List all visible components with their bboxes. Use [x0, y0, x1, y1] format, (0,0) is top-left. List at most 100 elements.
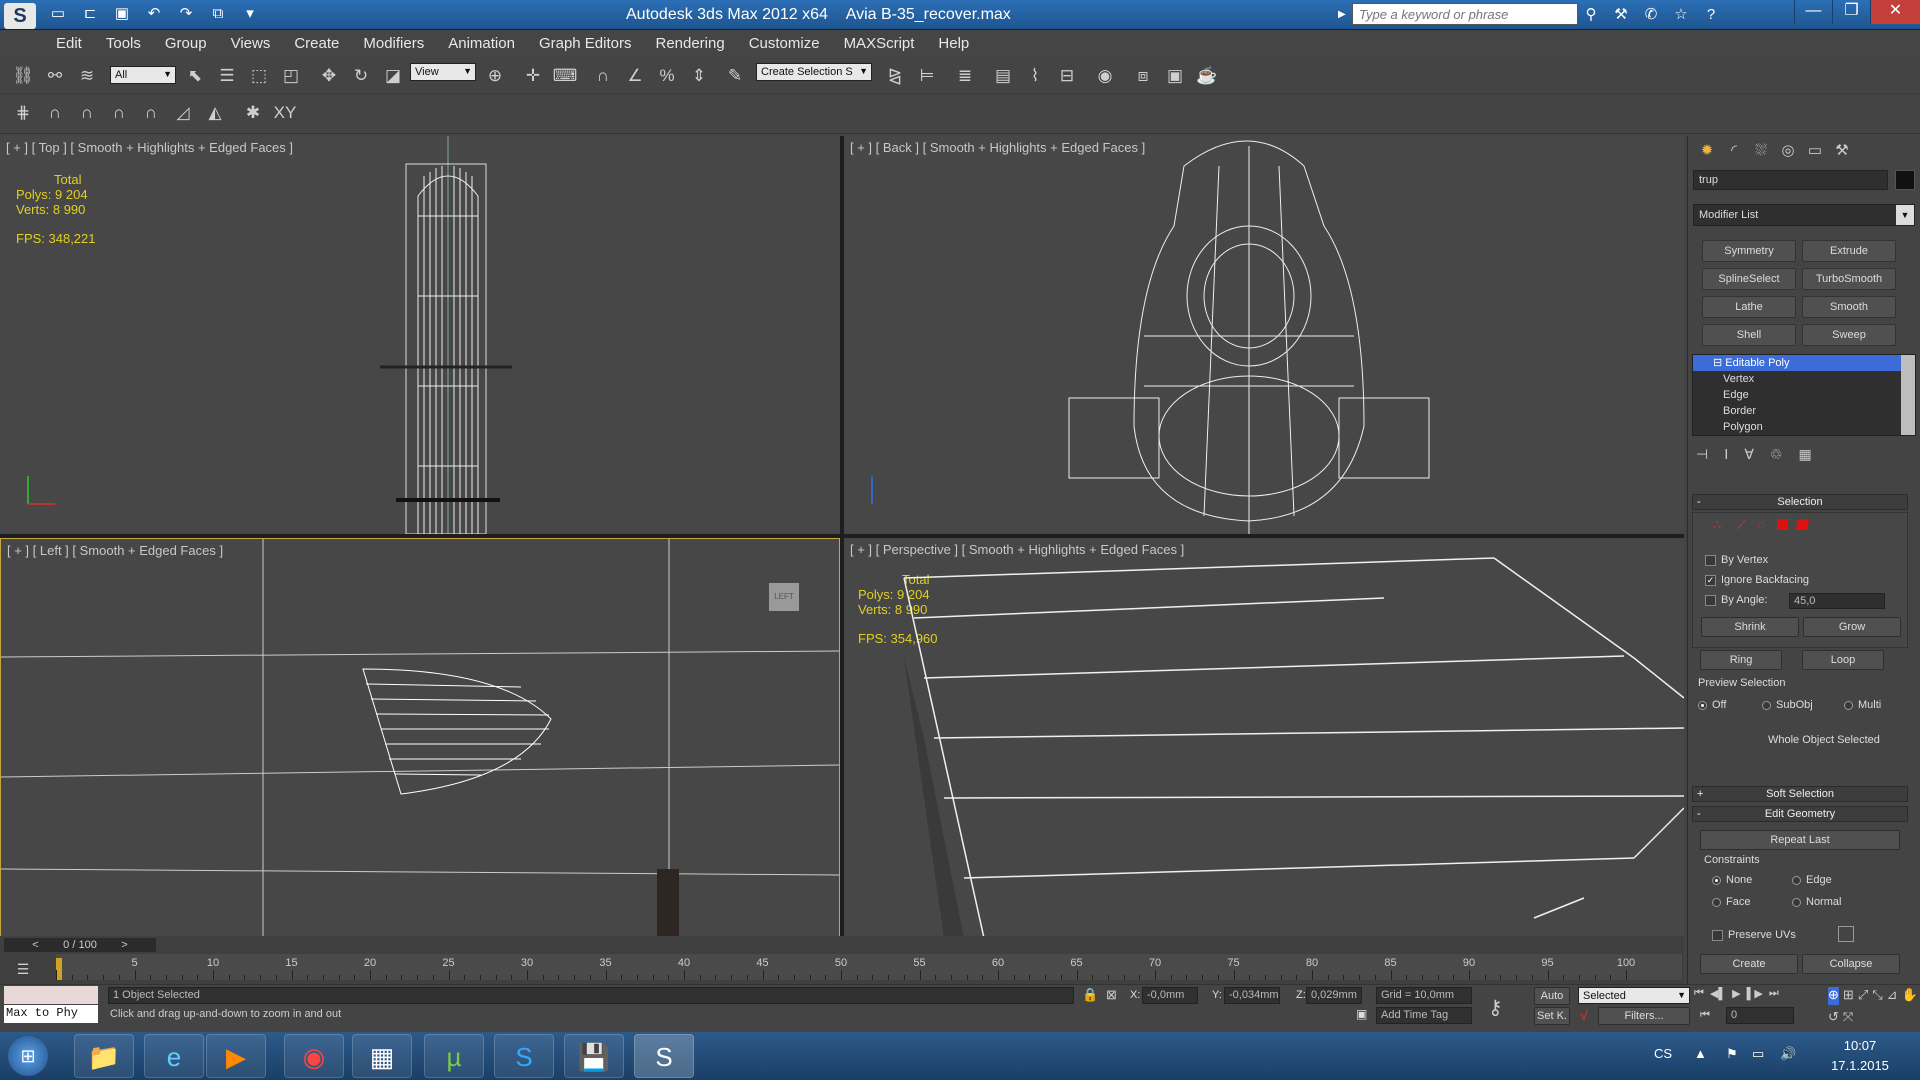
create-button[interactable]: Create — [1700, 954, 1798, 974]
internet-explorer-taskbar-icon[interactable]: e — [144, 1034, 204, 1078]
constraint-none-radio[interactable] — [1712, 876, 1721, 885]
bind-space-warp-icon[interactable]: ≋ — [74, 63, 100, 89]
absolute-mode-icon[interactable]: ⊠ — [1106, 987, 1117, 1003]
border-mode-icon[interactable]: ◌ — [1757, 517, 1765, 532]
goto-start-icon[interactable]: ⏮ — [1694, 987, 1704, 1005]
modify-tab-icon[interactable]: ◜ — [1723, 140, 1745, 162]
modifier-smooth-button[interactable]: Smooth — [1802, 296, 1896, 318]
clock-date[interactable]: 17.1.2015 — [1826, 1058, 1894, 1073]
help-icon[interactable]: ? — [1700, 4, 1722, 26]
maximize-icon[interactable]: ❐ — [1832, 0, 1870, 24]
close-icon[interactable]: ✕ — [1870, 0, 1920, 24]
reference-coordinate-dropdown[interactable]: View — [410, 63, 476, 81]
loop-button[interactable]: Loop — [1802, 650, 1884, 670]
mini-curve-editor-icon[interactable]: ☰ — [10, 956, 36, 982]
network-icon[interactable]: ▭ — [1752, 1046, 1764, 1062]
create-tab-icon[interactable]: ✹ — [1696, 140, 1718, 162]
render-setup-icon[interactable]: ⧈ — [1130, 63, 1156, 89]
layer-manager-icon[interactable]: ≣ — [952, 63, 978, 89]
menu-customize[interactable]: Customize — [749, 30, 832, 58]
constraint-xy-icon[interactable]: XY — [272, 100, 298, 126]
time-slider[interactable]: < 0 / 100 > — [4, 938, 156, 952]
stack-item-polygon[interactable]: Polygon — [1693, 419, 1915, 435]
grow-button[interactable]: Grow — [1803, 617, 1901, 637]
selection-rollout-header[interactable]: - Selection — [1692, 494, 1908, 510]
zoom-extents-all-icon[interactable]: ⤡ — [1872, 987, 1882, 1005]
pivot-center-icon[interactable]: ⊕ — [482, 63, 508, 89]
select-by-name-icon[interactable]: ☰ — [214, 63, 240, 89]
favorites-star-icon[interactable]: ☆ — [1670, 4, 1692, 26]
key-mode-toggle-icon[interactable]: ⏮ — [1700, 1009, 1710, 1022]
app-logo-button[interactable]: S — [4, 3, 36, 29]
stack-item-editable-poly[interactable]: ⊟ Editable Poly — [1693, 355, 1915, 371]
midpoint-snap-icon[interactable]: ∩ — [138, 100, 164, 126]
viewport-left[interactable]: [ + ] [ Left ] [ Smooth + Edged Faces ] … — [0, 538, 840, 938]
preview-off-radio[interactable] — [1698, 701, 1707, 710]
menu-views[interactable]: Views — [231, 30, 283, 58]
modifier-sweep-button[interactable]: Sweep — [1802, 324, 1896, 346]
modifier-splineselect-button[interactable]: SplineSelect — [1702, 268, 1796, 290]
play-icon[interactable]: ▶ — [1732, 987, 1740, 1005]
render-production-icon[interactable]: ☕ — [1194, 63, 1220, 89]
pin-stack-icon[interactable]: ⊣ — [1696, 446, 1708, 463]
z-coordinate-field[interactable]: 0,029mm — [1306, 987, 1362, 1004]
vertex-snap-icon[interactable]: ∩ — [74, 100, 100, 126]
edit-named-selection-icon[interactable]: ✎ — [722, 63, 748, 89]
lock-icon[interactable]: 🔒 — [1082, 987, 1098, 1003]
mirror-icon[interactable]: ⧎ — [882, 63, 908, 89]
viewport-perspective[interactable]: [ + ] [ Perspective ] [ Smooth + Highlig… — [844, 538, 1684, 938]
set-key-icon[interactable]: ⚷ — [1488, 995, 1503, 1020]
menu-help[interactable]: Help — [938, 30, 981, 58]
prev-frame-icon[interactable]: ◀▌ — [1710, 987, 1726, 1005]
skype-taskbar-icon[interactable]: S — [494, 1034, 554, 1078]
auto-key-button[interactable]: Auto — [1534, 987, 1570, 1005]
ignore-backfacing-checkbox[interactable]: ✓ — [1705, 575, 1716, 586]
modifier-extrude-button[interactable]: Extrude — [1802, 240, 1896, 262]
menu-graph-editors[interactable]: Graph Editors — [539, 30, 644, 58]
window-crossing-icon[interactable]: ◰ — [278, 63, 304, 89]
open-file-icon[interactable]: ⊏ — [80, 5, 100, 23]
keyboard-shortcut-override-icon[interactable]: ⌨ — [552, 63, 578, 89]
shrink-button[interactable]: Shrink — [1701, 617, 1799, 637]
grid-points-snap-icon[interactable]: ⋕ — [10, 100, 36, 126]
menu-group[interactable]: Group — [165, 30, 219, 58]
orbit-icon[interactable]: ↺ — [1828, 1009, 1839, 1027]
constraint-face-radio[interactable] — [1712, 898, 1721, 907]
stack-scrollbar[interactable] — [1901, 355, 1915, 435]
calculator-taskbar-icon[interactable]: ▦ — [352, 1034, 412, 1078]
track-bar[interactable]: 5 10 15 20 25 30 35 40 45 50 55 60 65 70 75 80 85 90 95 100 — [56, 954, 1682, 980]
vertex-mode-icon[interactable]: ∴ — [1713, 517, 1721, 533]
spinner-snap-icon[interactable]: ⇕ — [686, 63, 712, 89]
stack-item-border[interactable]: Border — [1693, 403, 1915, 419]
explorer-taskbar-icon[interactable]: 📁 — [74, 1034, 134, 1078]
constraint-edge-radio[interactable] — [1792, 876, 1801, 885]
endpoint-snap-icon[interactable]: ∩ — [106, 100, 132, 126]
schematic-view-icon[interactable]: ⊟ — [1054, 63, 1080, 89]
unlink-icon[interactable]: ⚯ — [42, 63, 68, 89]
element-mode-icon[interactable] — [1795, 519, 1810, 530]
start-button-icon[interactable]: ⊞ — [8, 1036, 48, 1076]
3dsmax-taskbar-icon[interactable]: S — [634, 1034, 694, 1078]
material-editor-icon[interactable]: ◉ — [1092, 63, 1118, 89]
search-input[interactable]: Type a keyword or phrase — [1352, 3, 1578, 25]
motion-tab-icon[interactable]: ◎ — [1777, 140, 1799, 162]
select-object-icon[interactable]: ⬉ — [182, 63, 208, 89]
modifier-shell-button[interactable]: Shell — [1702, 324, 1796, 346]
edit-geometry-rollout-header[interactable]: - Edit Geometry — [1692, 806, 1908, 822]
language-indicator[interactable]: CS — [1654, 1046, 1672, 1061]
y-coordinate-field[interactable]: -0,034mm — [1224, 987, 1280, 1004]
menu-create[interactable]: Create — [294, 30, 351, 58]
menu-edit[interactable]: Edit — [56, 30, 94, 58]
show-hidden-icons-icon[interactable]: ▲ — [1694, 1046, 1707, 1061]
project-folder-icon[interactable]: ⧉ — [208, 5, 228, 23]
viewport-top[interactable]: [ + ] [ Top ] [ Smooth + Highlights + Ed… — [0, 136, 840, 534]
edge-snap-icon[interactable]: ◿ — [170, 100, 196, 126]
object-name-input[interactable]: trup — [1693, 170, 1888, 190]
menu-modifiers[interactable]: Modifiers — [363, 30, 436, 58]
by-vertex-checkbox[interactable] — [1705, 555, 1716, 566]
time-tag-icon[interactable]: ▣ — [1356, 1007, 1367, 1021]
link-icon[interactable]: ⛓ — [10, 63, 36, 89]
zoom-icon[interactable]: ⊕ — [1828, 987, 1839, 1005]
collapse-button[interactable]: Collapse — [1802, 954, 1900, 974]
pivot-snap-icon[interactable]: ∩ — [42, 100, 68, 126]
